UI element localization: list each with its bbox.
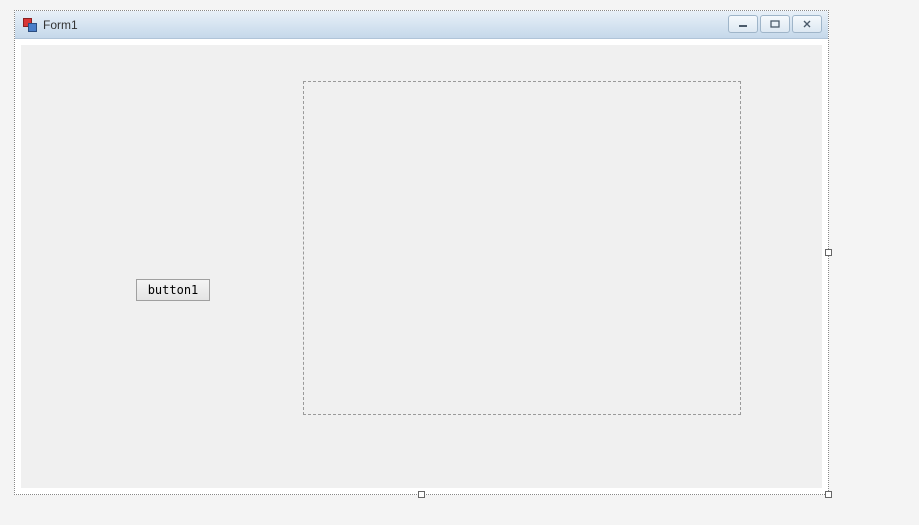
close-button[interactable] xyxy=(792,15,822,33)
maximize-button[interactable] xyxy=(760,15,790,33)
minimize-button[interactable] xyxy=(728,15,758,33)
resize-handle-bottom[interactable] xyxy=(418,491,425,498)
titlebar: Form1 xyxy=(15,11,828,39)
client-area[interactable]: button1 xyxy=(21,45,822,488)
button1-label: button1 xyxy=(148,283,199,297)
window-controls xyxy=(728,15,822,33)
window-title: Form1 xyxy=(43,18,78,32)
panel1[interactable] xyxy=(303,81,741,415)
button1[interactable]: button1 xyxy=(136,279,210,301)
form-designer-canvas[interactable]: Form1 button1 xyxy=(14,10,829,495)
resize-handle-right[interactable] xyxy=(825,249,832,256)
resize-handle-corner[interactable] xyxy=(825,491,832,498)
app-icon xyxy=(23,18,37,32)
